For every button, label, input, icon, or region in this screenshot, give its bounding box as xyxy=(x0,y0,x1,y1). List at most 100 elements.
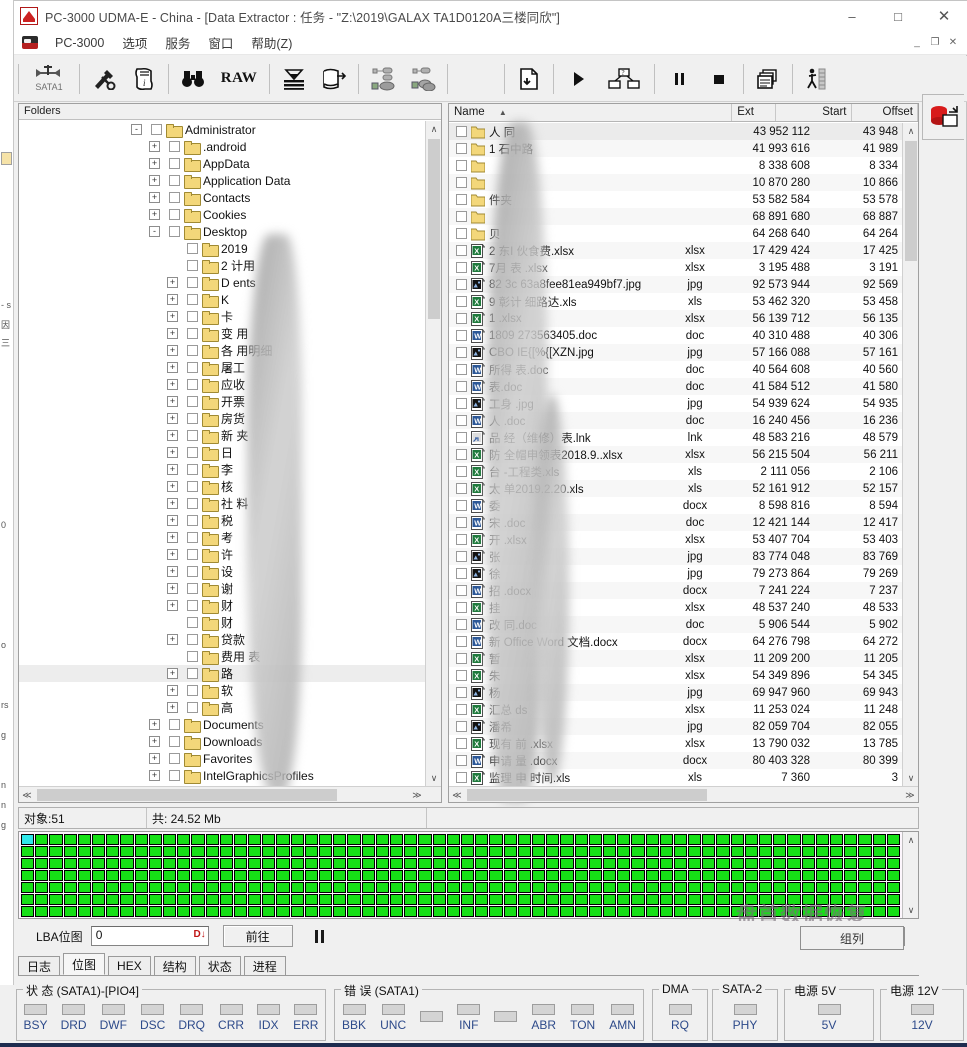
sector-cell[interactable] xyxy=(759,882,773,893)
sector-cell[interactable] xyxy=(404,894,418,905)
tree-checkbox[interactable] xyxy=(187,430,198,441)
sector-cell[interactable] xyxy=(602,906,617,917)
sector-cell[interactable] xyxy=(276,882,290,893)
row-checkbox-cell[interactable] xyxy=(449,126,471,137)
row-checkbox[interactable] xyxy=(456,772,467,783)
expand-icon[interactable]: + xyxy=(167,668,178,679)
tab-日志[interactable]: 日志 xyxy=(18,956,61,975)
sector-cell[interactable] xyxy=(801,834,815,845)
sector-cell[interactable] xyxy=(446,870,460,881)
lba-input[interactable]: 0 D↓ xyxy=(90,926,209,946)
sector-cell[interactable] xyxy=(304,894,319,905)
tree-item[interactable]: + 新 夹 xyxy=(19,427,441,444)
sector-cell[interactable] xyxy=(177,834,191,845)
tab-进程[interactable]: 进程 xyxy=(243,956,286,975)
sector-cell[interactable] xyxy=(248,894,262,905)
row-checkbox[interactable] xyxy=(456,687,467,698)
sector-cell[interactable] xyxy=(276,906,290,917)
folder-tree[interactable]: - Administrator + .android + AppData + Applicat… xyxy=(19,121,441,786)
sector-cell[interactable] xyxy=(886,870,900,881)
sector-cell[interactable] xyxy=(730,882,744,893)
sector-cell[interactable] xyxy=(375,882,390,893)
sector-cell[interactable] xyxy=(744,870,759,881)
sector-cell[interactable] xyxy=(35,858,49,869)
sector-cell[interactable] xyxy=(475,834,489,845)
tree-item[interactable]: + 应收 xyxy=(19,376,441,393)
sector-cell[interactable] xyxy=(91,906,106,917)
sector-cell[interactable] xyxy=(744,846,759,857)
sector-cell[interactable] xyxy=(162,870,177,881)
sector-cell[interactable] xyxy=(830,834,844,845)
row-checkbox-cell[interactable] xyxy=(449,296,471,307)
sector-cell[interactable] xyxy=(205,882,219,893)
tree-checkbox[interactable] xyxy=(187,328,198,339)
row-checkbox[interactable] xyxy=(456,262,467,273)
scroll-down-icon[interactable]: ∨ xyxy=(903,770,919,786)
tree-checkbox[interactable] xyxy=(187,362,198,373)
tree-horizontal-scrollbar[interactable]: ≪ ≫ xyxy=(19,786,441,802)
sector-cell[interactable] xyxy=(517,870,531,881)
tree-item[interactable]: + 变 用 xyxy=(19,325,441,342)
row-checkbox[interactable] xyxy=(456,194,467,205)
sector-cell[interactable] xyxy=(886,894,900,905)
sector-cell[interactable] xyxy=(446,894,460,905)
sector-cell[interactable] xyxy=(517,882,531,893)
sector-cell[interactable] xyxy=(574,846,588,857)
tree-item[interactable]: + 卡 xyxy=(19,308,441,325)
sector-cell[interactable] xyxy=(333,894,347,905)
tree-checkbox[interactable] xyxy=(187,685,198,696)
table-row[interactable]: W 所得 表.doc doc 40 564 608 40 560 xyxy=(449,361,902,378)
sector-cell[interactable] xyxy=(290,906,304,917)
stop-button[interactable] xyxy=(699,59,739,99)
row-checkbox[interactable] xyxy=(456,653,467,664)
copy-windows-button[interactable] xyxy=(748,59,788,99)
sector-cell[interactable] xyxy=(716,906,730,917)
tree-checkbox[interactable] xyxy=(187,549,198,560)
sector-cell[interactable] xyxy=(617,906,631,917)
sector-cell[interactable] xyxy=(759,858,773,869)
scroll-right-icon[interactable]: ≫ xyxy=(902,787,918,803)
expand-icon[interactable]: + xyxy=(167,481,178,492)
sector-cell[interactable] xyxy=(375,834,390,845)
sector-cell[interactable] xyxy=(205,846,219,857)
tree-checkbox[interactable] xyxy=(169,175,180,186)
list-horizontal-scrollbar[interactable]: ≪ ≫ xyxy=(449,786,918,802)
tree-checkbox[interactable] xyxy=(187,447,198,458)
tree-hscroll-thumb[interactable] xyxy=(37,789,337,801)
menu-item-window[interactable]: 窗口 xyxy=(199,31,242,54)
tree-item[interactable]: + 日 xyxy=(19,444,441,461)
scroll-up-icon[interactable]: ∧ xyxy=(426,121,442,137)
column-header-ext[interactable]: Ext xyxy=(732,104,776,121)
sector-cell[interactable] xyxy=(134,858,148,869)
sector-cell[interactable] xyxy=(489,882,503,893)
tools-button[interactable] xyxy=(84,59,124,99)
sector-cell[interactable] xyxy=(375,894,390,905)
tree-item[interactable]: - Administrator xyxy=(19,121,441,138)
sector-cell[interactable] xyxy=(191,858,205,869)
sector-cell[interactable] xyxy=(617,858,631,869)
row-checkbox-cell[interactable] xyxy=(449,636,471,647)
sector-cell[interactable] xyxy=(531,882,546,893)
sector-cell[interactable] xyxy=(503,882,517,893)
tree-item[interactable]: + 房货 xyxy=(19,410,441,427)
sector-cell[interactable] xyxy=(560,858,574,869)
row-checkbox-cell[interactable] xyxy=(449,432,471,443)
sector-cell[interactable] xyxy=(432,870,446,881)
sector-cell[interactable] xyxy=(688,870,702,881)
row-checkbox-cell[interactable] xyxy=(449,313,471,324)
sector-cell[interactable] xyxy=(35,894,49,905)
sector-cell[interactable] xyxy=(432,906,446,917)
scroll-left-icon[interactable]: ≪ xyxy=(449,787,465,803)
tree-checkbox[interactable] xyxy=(169,753,180,764)
sector-cell[interactable] xyxy=(688,894,702,905)
sector-cell[interactable] xyxy=(446,858,460,869)
table-row[interactable]: 82 3c 63a8fee81ea949bf7.jpg jpg 92 573 944… xyxy=(449,276,902,293)
expand-icon[interactable]: + xyxy=(167,362,178,373)
sector-cell[interactable] xyxy=(702,882,716,893)
sector-cell[interactable] xyxy=(872,906,886,917)
sector-cell[interactable] xyxy=(333,846,347,857)
collapse-icon[interactable]: - xyxy=(149,226,160,237)
sector-cell[interactable] xyxy=(35,870,49,881)
table-row[interactable]: X 现有 前 .xlsx xlsx 13 790 032 13 785 xyxy=(449,735,902,752)
sector-cell[interactable] xyxy=(63,894,77,905)
